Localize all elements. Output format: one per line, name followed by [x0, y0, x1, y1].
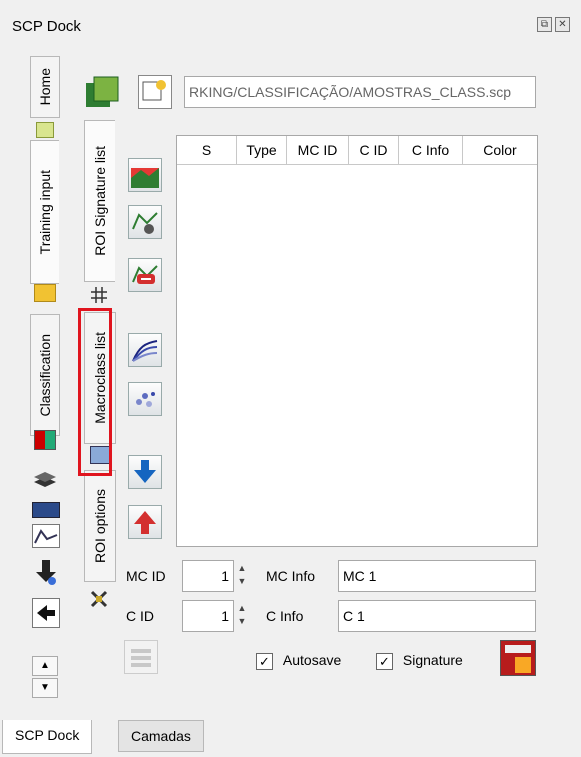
- tab-camadas[interactable]: Camadas: [118, 720, 204, 752]
- column-mc-id[interactable]: MC ID: [287, 136, 349, 164]
- c-id-label: C ID: [126, 608, 154, 624]
- mc-id-label: MC ID: [126, 568, 166, 584]
- c-id-spinbox[interactable]: 1: [182, 600, 234, 632]
- undo-button[interactable]: [124, 640, 158, 674]
- mc-id-stepper[interactable]: ▲ ▼: [236, 562, 248, 590]
- column-s[interactable]: S: [177, 136, 237, 164]
- spectral-signature-plot-button[interactable]: [128, 333, 162, 367]
- signature-table[interactable]: S Type MC ID C ID C Info Color: [176, 135, 538, 547]
- save-macroclass-button[interactable]: [500, 640, 536, 676]
- signature-check[interactable]: ✓: [376, 652, 393, 670]
- training-input-icon: [36, 122, 54, 138]
- close-button[interactable]: ✕: [555, 17, 570, 32]
- c-info-field[interactable]: C 1: [338, 600, 536, 632]
- tab-roi-signature-list[interactable]: ROI Signature list: [84, 120, 115, 282]
- tab-classification-label: Classification: [37, 333, 53, 417]
- column-type[interactable]: Type: [237, 136, 287, 164]
- band-calc-icon[interactable]: [32, 502, 60, 518]
- export-icon[interactable]: [32, 598, 60, 628]
- tab-classification[interactable]: Classification: [30, 314, 60, 436]
- mc-id-spinbox[interactable]: 1: [182, 560, 234, 592]
- import-spectral-plot-button[interactable]: [128, 158, 162, 192]
- title-bar: SCP Dock ⧉ ✕: [0, 0, 581, 42]
- signature-file-path-field[interactable]: RKING/CLASSIFICAÇÃO/AMOSTRAS_CLASS.scp: [184, 76, 536, 108]
- delete-signature-button[interactable]: [128, 258, 162, 292]
- column-c-info[interactable]: C Info: [399, 136, 463, 164]
- layers-icon[interactable]: [32, 468, 58, 490]
- autosave-checkbox[interactable]: ✓ Autosave: [256, 652, 341, 670]
- left-tab-strip: Home Training input Classification ▲ ▼: [30, 56, 60, 698]
- tab-roi-options-label: ROI options: [92, 489, 108, 563]
- tab-training-input[interactable]: Training input: [30, 140, 59, 284]
- signature-label: Signature: [402, 652, 463, 668]
- c-info-label: C Info: [266, 608, 304, 624]
- tab-roi-signature-list-label: ROI Signature list: [92, 146, 108, 256]
- import-button[interactable]: [128, 455, 162, 489]
- tab-scp-dock[interactable]: SCP Dock: [2, 720, 93, 754]
- tab-home[interactable]: Home: [30, 56, 60, 118]
- dock-title: SCP Dock: [12, 18, 81, 35]
- roi-icon: [90, 286, 108, 304]
- band-set-icon[interactable]: [34, 430, 56, 450]
- column-c-id[interactable]: C ID: [349, 136, 399, 164]
- scatter-plot-button[interactable]: [128, 382, 162, 416]
- save-signature-list-icon[interactable]: [138, 75, 172, 109]
- bottom-tab-bar: SCP Dock Camadas: [0, 720, 581, 757]
- scroll-up-button[interactable]: ▲: [32, 656, 58, 676]
- scroll-down-button[interactable]: ▼: [32, 678, 58, 698]
- float-button[interactable]: ⧉: [537, 17, 552, 32]
- mc-info-label: MC Info: [266, 568, 316, 584]
- c-id-stepper[interactable]: ▲ ▼: [236, 602, 248, 630]
- signature-checkbox[interactable]: ✓ Signature: [376, 652, 463, 670]
- spectral-plot-icon[interactable]: [32, 524, 60, 548]
- download-icon[interactable]: [34, 558, 58, 586]
- column-color[interactable]: Color: [463, 136, 537, 164]
- highlight-box: [78, 308, 112, 476]
- tools-icon: [90, 590, 108, 608]
- autosave-check[interactable]: ✓: [256, 652, 273, 670]
- mc-info-field[interactable]: MC 1: [338, 560, 536, 592]
- autosave-label: Autosave: [282, 652, 342, 668]
- tab-roi-options[interactable]: ROI options: [84, 470, 116, 582]
- calculate-signature-button[interactable]: [128, 205, 162, 239]
- classification-icon: [34, 284, 56, 302]
- open-signature-list-icon[interactable]: [84, 75, 122, 111]
- export-button[interactable]: [128, 505, 162, 539]
- tab-home-label: Home: [37, 68, 53, 106]
- tab-training-input-label: Training input: [37, 169, 53, 255]
- table-header: S Type MC ID C ID C Info Color: [177, 136, 537, 165]
